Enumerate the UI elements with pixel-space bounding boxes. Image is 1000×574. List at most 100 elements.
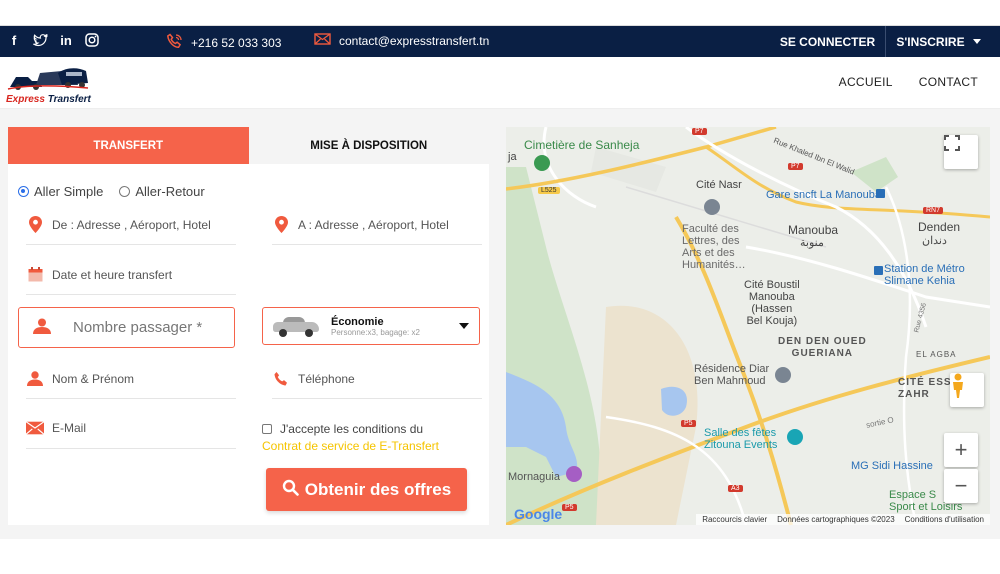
phone-number: +216 52 033 303 xyxy=(191,36,282,50)
phone-field[interactable]: Téléphone xyxy=(272,359,482,399)
user-icon xyxy=(26,371,44,386)
envelope-icon xyxy=(26,421,44,435)
instagram-icon[interactable] xyxy=(84,32,100,48)
plus-icon: + xyxy=(954,437,968,462)
map-pin-icon xyxy=(272,216,290,233)
phone-icon xyxy=(272,371,290,387)
trip-type: Aller Simple Aller-Retour xyxy=(18,184,205,199)
contact-email[interactable]: contact@expresstransfert.tn xyxy=(314,33,489,48)
logo-text: Express Transfert xyxy=(6,94,91,105)
radio-one-way-label: Aller Simple xyxy=(34,184,104,199)
login-button[interactable]: SE CONNECTER xyxy=(770,26,886,57)
google-logo: Google xyxy=(514,506,563,522)
terms-consent: J'accepte les conditions du Contrat de s… xyxy=(262,421,439,455)
map-label-ja: ja xyxy=(508,151,517,163)
phone-icon xyxy=(166,33,183,53)
map-label-denden-ar: دندان xyxy=(922,235,947,247)
map-label-salle: Salle des fêtes Zitouna Events xyxy=(704,427,778,451)
radio-unchecked-icon xyxy=(119,186,131,197)
name-field[interactable]: Nom & Prénom xyxy=(26,359,236,399)
phone-placeholder: Téléphone xyxy=(298,371,355,386)
map-label-el-agba: EL AGBA xyxy=(916,350,957,359)
radio-checked-icon xyxy=(18,186,29,197)
mail-icon xyxy=(314,33,331,48)
map-label-gare: Gare sncft La Manouba xyxy=(766,189,881,201)
road-badge-rn7: RN7 xyxy=(923,207,944,214)
map-attribution: Raccourcis clavier Données cartographiqu… xyxy=(696,514,990,525)
radio-one-way[interactable]: Aller Simple xyxy=(18,184,103,199)
get-offers-label: Obtenir des offres xyxy=(304,479,452,499)
radio-round-trip-label: Aller-Retour xyxy=(135,184,205,199)
twitter-icon[interactable] xyxy=(32,32,48,48)
caret-down-icon xyxy=(459,323,469,329)
road-badge-p5b: P5 xyxy=(562,504,577,511)
vehicle-title: Économie xyxy=(331,315,384,328)
from-field[interactable]: De : Adresse , Aéroport, Hotel xyxy=(26,205,236,245)
map-view[interactable]: P7 P7 L525 P5 A3 P5 RN7 Cimetière de San… xyxy=(506,127,990,525)
passengers-input[interactable]: Nombre passager * xyxy=(18,307,235,348)
caret-down-icon xyxy=(972,39,981,44)
car-icon xyxy=(273,316,319,337)
from-placeholder: De : Adresse , Aéroport, Hotel xyxy=(52,217,211,232)
vehicle-subtitle: Personne:x3, bagage: x2 xyxy=(331,327,420,337)
date-placeholder: Date et heure transfert xyxy=(52,267,173,282)
map-label-cite-boustil: Cité Boustil Manouba (Hassen Bel Kouja) xyxy=(744,279,800,327)
signup-label: S'INSCRIRE xyxy=(896,34,965,49)
pegman-icon xyxy=(953,373,963,398)
to-field[interactable]: A : Adresse , Aéroport, Hotel xyxy=(272,205,482,245)
fullscreen-icon xyxy=(944,135,960,151)
map-label-denden: Denden xyxy=(918,220,961,234)
radio-round-trip[interactable]: Aller-Retour xyxy=(119,184,205,199)
map-label-cemetery: Cimetière de Sanheja xyxy=(524,138,640,152)
terms-checkbox[interactable] xyxy=(262,424,272,434)
map-label-manouba: Manouba xyxy=(788,223,839,237)
top-bar: f in +216 52 033 303 contact@expresstran… xyxy=(0,26,1000,57)
booking-form: TRANSFERT MISE À DISPOSITION Aller Simpl… xyxy=(8,127,489,525)
road-badge-l525: L525 xyxy=(538,187,560,194)
nav-home[interactable]: ACCUEIL xyxy=(839,75,893,89)
map-label-faculte: Faculté des Lettres, des Arts et des Hum… xyxy=(682,223,746,271)
user-icon xyxy=(33,318,51,338)
vehicle-info: Économie Personne:x3, bagage: x2 xyxy=(331,316,420,337)
get-offers-button[interactable]: Obtenir des offres xyxy=(266,468,467,511)
to-placeholder: A : Adresse , Aéroport, Hotel xyxy=(298,217,449,232)
site-logo[interactable]: Express Transfert xyxy=(6,65,91,105)
map-label-den-den-oued: DEN DEN OUED GUERIANA xyxy=(778,336,867,359)
signup-dropdown[interactable]: S'INSCRIRE xyxy=(887,26,990,57)
tab-mise-a-disposition[interactable]: MISE À DISPOSITION xyxy=(248,127,489,164)
social-links: f in xyxy=(6,32,100,48)
street-view-pegman[interactable] xyxy=(950,373,984,407)
contact-phone[interactable]: +216 52 033 303 xyxy=(166,33,281,53)
fullscreen-button[interactable] xyxy=(944,135,978,169)
logo-vehicles-icon xyxy=(7,68,89,90)
date-field[interactable]: Date et heure transfert xyxy=(26,255,236,295)
map-label-cite-ess: CITÉ ESS ZAHR xyxy=(898,377,952,400)
map-label-residence: Résidence Diar Ben Mahmoud xyxy=(694,363,770,387)
map-label-mornaguia: Mornaguia xyxy=(508,471,560,483)
site-header: Express Transfert ACCUEIL CONTACT xyxy=(0,57,1000,109)
map-label-manouba-ar: منوبة xyxy=(800,237,824,249)
terms-of-use-link[interactable]: Conditions d'utilisation xyxy=(905,515,984,524)
minus-icon: − xyxy=(954,473,968,498)
search-icon xyxy=(282,479,299,501)
tab-transfert[interactable]: TRANSFERT xyxy=(8,127,249,164)
zoom-out-button[interactable]: − xyxy=(944,469,978,503)
name-placeholder: Nom & Prénom xyxy=(52,371,135,386)
vehicle-select[interactable]: Économie Personne:x3, bagage: x2 xyxy=(262,307,480,345)
map-label-mg: MG Sidi Hassine xyxy=(851,460,933,472)
keyboard-shortcuts-link[interactable]: Raccourcis clavier xyxy=(702,515,767,524)
nav-contact[interactable]: CONTACT xyxy=(919,75,978,89)
booking-tabs: TRANSFERT MISE À DISPOSITION xyxy=(8,127,489,164)
terms-text: J'accepte les conditions du xyxy=(280,422,424,436)
linkedin-icon[interactable]: in xyxy=(58,32,74,48)
main-nav: ACCUEIL CONTACT xyxy=(839,75,978,89)
email-address: contact@expresstransfert.tn xyxy=(339,33,490,48)
facebook-icon[interactable]: f xyxy=(6,32,22,48)
road-badge-p7b: P7 xyxy=(788,163,803,170)
road-badge-p7: P7 xyxy=(692,128,707,135)
terms-link[interactable]: Contrat de service de E-Transfert xyxy=(262,438,439,455)
email-field[interactable]: E-Mail xyxy=(26,409,236,449)
email-placeholder: E-Mail xyxy=(52,421,87,435)
zoom-in-button[interactable]: + xyxy=(944,433,978,467)
road-badge-a3: A3 xyxy=(728,485,743,492)
